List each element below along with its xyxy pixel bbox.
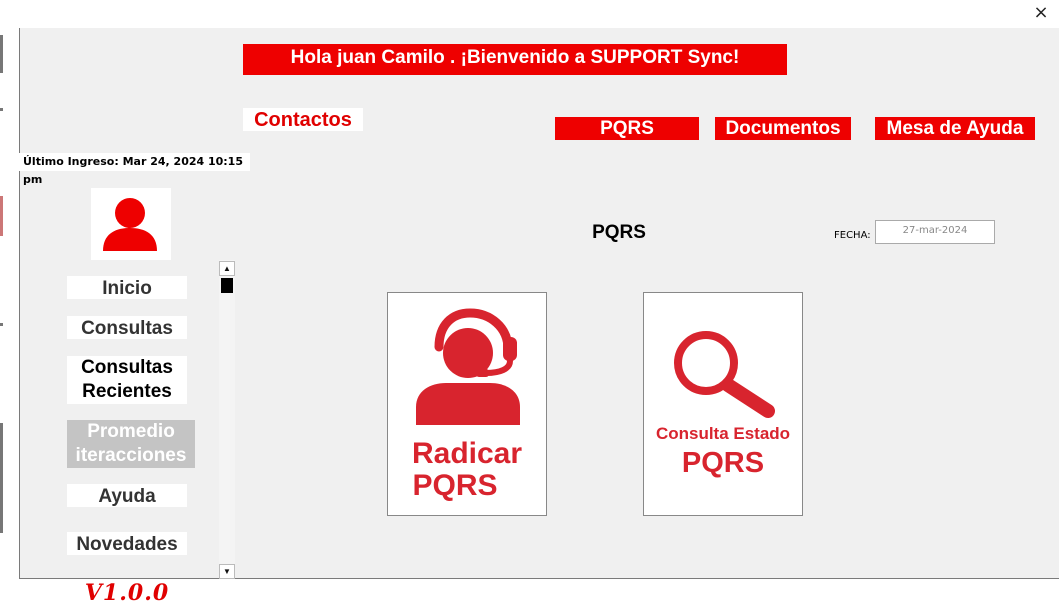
card-label: PQRS [412, 469, 498, 502]
avatar [91, 188, 171, 260]
last-login-label: Último Ingreso: Mar 24, 2024 10:15 pm [19, 153, 250, 186]
edge-mark [0, 423, 3, 533]
card-label: Consulta Estado [655, 424, 791, 443]
sidebar-item-label: iteracciones [75, 445, 187, 466]
version-label: V1.0.0 [67, 581, 187, 605]
scroll-thumb[interactable] [221, 278, 233, 293]
outer-window-edge [0, 28, 19, 611]
sidebar-item-promedio-iteracciones[interactable]: Promedio iteracciones [67, 420, 195, 468]
welcome-banner: Hola juan Camilo . ¡Bienvenido a SUPPORT… [243, 44, 787, 75]
sidebar-item-ayuda[interactable]: Ayuda [67, 484, 187, 507]
nav-mesa-de-ayuda-button[interactable]: Mesa de Ayuda [875, 117, 1035, 140]
title-bar: × [0, 0, 1059, 28]
headset-agent-icon [416, 308, 520, 425]
sidebar-item-label: Promedio [87, 421, 175, 442]
card-label: Radicar [411, 437, 523, 470]
scroll-down-icon[interactable]: ▼ [219, 564, 235, 579]
radicar-pqrs-button[interactable]: Radicar PQRS [387, 292, 547, 516]
magnifier-icon [674, 331, 775, 418]
date-label: FECHA: [834, 230, 871, 241]
contacts-link[interactable]: Contactos [243, 108, 363, 131]
sidebar-item-label: Consultas [81, 357, 173, 378]
edge-mark [0, 35, 3, 73]
sidebar-item-consultas-recientes[interactable]: Consultas Recientes [67, 356, 187, 404]
card-label: PQRS [681, 447, 765, 479]
close-icon[interactable]: × [1031, 3, 1051, 23]
sidebar-scrollbar[interactable] [219, 260, 235, 579]
consulta-estado-pqrs-button[interactable]: Consulta Estado PQRS [643, 292, 803, 516]
user-icon [103, 198, 157, 251]
sidebar-item-inicio[interactable]: Inicio [67, 276, 187, 299]
edge-mark [0, 196, 3, 236]
page-title: PQRS [592, 222, 646, 243]
date-field[interactable]: 27-mar-2024 [875, 220, 995, 244]
nav-documentos-button[interactable]: Documentos [715, 117, 851, 140]
scroll-up-icon[interactable]: ▲ [219, 261, 235, 276]
edge-mark [0, 323, 3, 326]
sidebar-item-label: Recientes [82, 381, 172, 402]
sidebar-item-novedades[interactable]: Novedades [67, 532, 187, 555]
sidebar-item-consultas[interactable]: Consultas [67, 316, 187, 339]
nav-pqrs-button[interactable]: PQRS [555, 117, 699, 140]
edge-mark [0, 108, 3, 111]
